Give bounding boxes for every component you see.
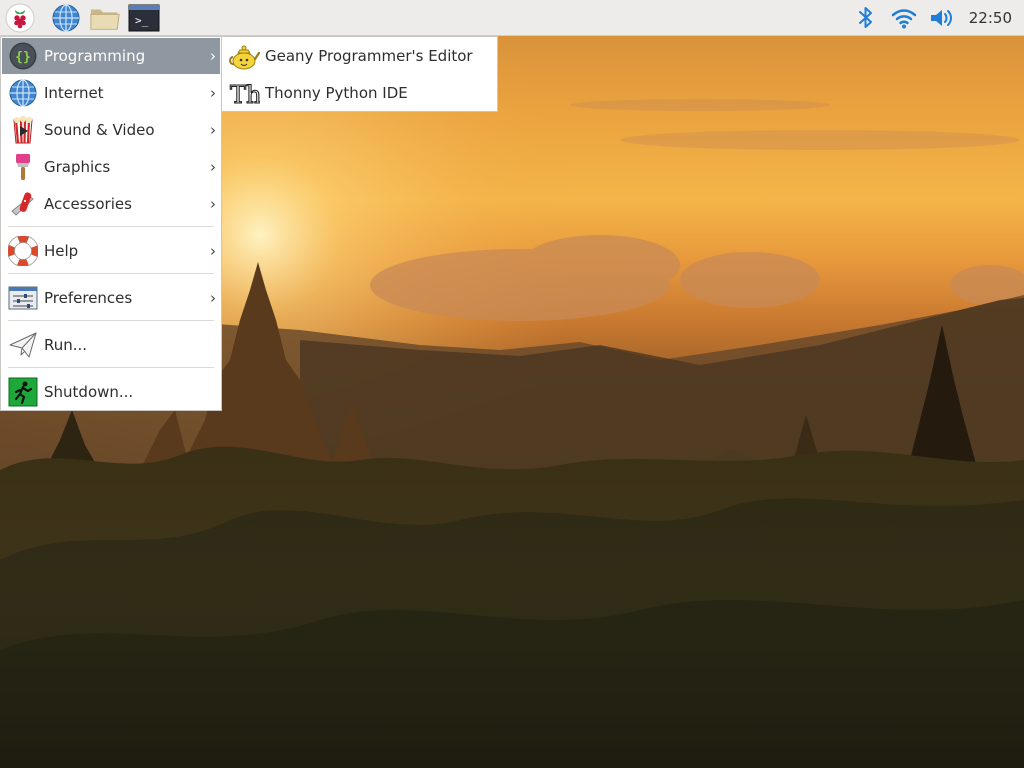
- menu-item-label: Shutdown...: [44, 383, 134, 401]
- thonny-th-icon: Th: [228, 77, 260, 109]
- menu-separator: [8, 226, 214, 227]
- menu-item-preferences[interactable]: Preferences ›: [2, 280, 220, 316]
- bluetooth-icon: [859, 7, 872, 28]
- menu-item-help[interactable]: Help ›: [2, 233, 220, 269]
- menu-item-label: Preferences: [44, 289, 133, 307]
- volume-icon: [931, 10, 952, 26]
- submenu-item-thonny[interactable]: Th Thonny Python IDE: [223, 75, 496, 111]
- submenu-arrow-icon: ›: [210, 158, 216, 176]
- bluetooth-tray-button[interactable]: [852, 4, 880, 32]
- web-browser-launcher[interactable]: [50, 2, 82, 34]
- menu-item-graphics[interactable]: Graphics ›: [2, 149, 220, 185]
- menu-item-programming[interactable]: {} Programming ›: [2, 38, 220, 74]
- menu-item-accessories[interactable]: Accessories ›: [2, 186, 220, 222]
- taskbar: >_ 22:50: [0, 0, 1024, 36]
- menu-separator: [8, 273, 214, 274]
- menu-separator: [8, 367, 214, 368]
- terminal-icon: >_: [128, 4, 160, 32]
- clock[interactable]: 22:50: [969, 0, 1012, 36]
- desktop[interactable]: >_ 22:50 {} Programming › Internet › Sou…: [0, 0, 1024, 768]
- submenu-arrow-icon: ›: [210, 121, 216, 139]
- globe-icon: [7, 77, 39, 109]
- volume-tray-button[interactable]: [926, 4, 958, 32]
- submenu-item-label: Geany Programmer's Editor: [265, 47, 473, 65]
- folder-icon: [90, 9, 120, 30]
- menu-item-internet[interactable]: Internet ›: [2, 75, 220, 111]
- terminal-launcher[interactable]: >_: [128, 2, 160, 34]
- menu-item-label: Sound & Video: [44, 121, 155, 139]
- lifebuoy-icon: [7, 235, 39, 267]
- raspberry-icon: [5, 3, 35, 33]
- globe-icon: [52, 4, 80, 32]
- swiss-knife-icon: [7, 188, 39, 220]
- menu-item-label: Internet: [44, 84, 104, 102]
- paper-plane-icon: [7, 329, 39, 361]
- submenu-arrow-icon: ›: [210, 195, 216, 213]
- submenu-arrow-icon: ›: [210, 242, 216, 260]
- svg-text:{}: {}: [15, 50, 31, 65]
- submenu-arrow-icon: ›: [210, 47, 216, 65]
- submenu-item-label: Thonny Python IDE: [265, 84, 408, 102]
- submenu-arrow-icon: ›: [210, 289, 216, 307]
- wifi-icon: [891, 9, 917, 29]
- programming-submenu: Geany Programmer's Editor Th Thonny Pyth…: [221, 36, 498, 112]
- svg-text:Th: Th: [230, 81, 260, 108]
- menu-item-label: Accessories: [44, 195, 132, 213]
- menu-separator: [8, 320, 214, 321]
- menu-item-run[interactable]: Run...: [2, 327, 220, 363]
- menu-item-label: Run...: [44, 336, 88, 354]
- menu-item-label: Programming: [44, 47, 146, 65]
- menu-item-label: Help: [44, 242, 79, 260]
- menu-item-sound-video[interactable]: Sound & Video ›: [2, 112, 220, 148]
- code-braces-icon: {}: [7, 40, 39, 72]
- popcorn-video-icon: [7, 114, 39, 146]
- raspberry-menu-button[interactable]: [4, 2, 36, 34]
- menu-item-shutdown[interactable]: Shutdown...: [2, 374, 220, 410]
- submenu-item-geany[interactable]: Geany Programmer's Editor: [223, 38, 496, 74]
- main-menu: {} Programming › Internet › Sound & Vide…: [0, 36, 222, 411]
- geany-teapot-icon: [228, 40, 260, 72]
- wifi-tray-button[interactable]: [888, 4, 920, 32]
- file-manager-launcher[interactable]: [89, 2, 121, 34]
- svg-text:>_: >_: [135, 14, 149, 27]
- preferences-sliders-icon: [7, 282, 39, 314]
- menu-item-label: Graphics: [44, 158, 111, 176]
- paintbrush-icon: [7, 151, 39, 183]
- exit-running-man-icon: [7, 376, 39, 408]
- submenu-arrow-icon: ›: [210, 84, 216, 102]
